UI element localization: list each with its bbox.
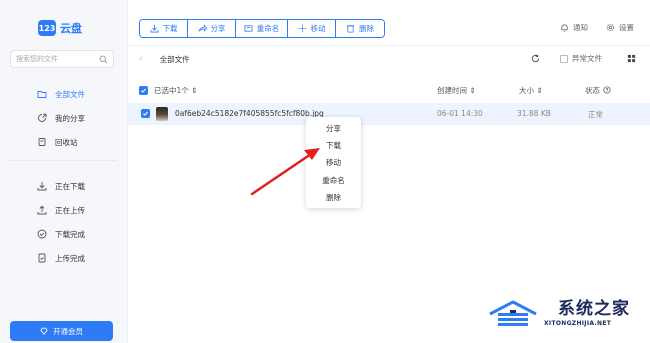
table-row[interactable]: 0af6eb24c5182e7f405855fc5fcf80b.jpg 06-0… bbox=[128, 103, 650, 125]
notify-label: 通知 bbox=[573, 23, 588, 32]
sidebar-item-label: 正在下载 bbox=[55, 181, 85, 191]
move-icon bbox=[298, 24, 306, 33]
abnormal-files-toggle[interactable]: 异常文件 bbox=[560, 53, 602, 64]
rename-icon bbox=[244, 25, 253, 32]
sidebar-item-label: 全部文件 bbox=[55, 89, 85, 99]
sidebar-item-label: 下载完成 bbox=[55, 229, 85, 239]
sidebar-item-label: 正在上传 bbox=[55, 205, 85, 215]
column-status-header[interactable]: 状态 bbox=[585, 85, 611, 96]
bell-icon bbox=[561, 24, 568, 32]
search-icon[interactable] bbox=[99, 55, 108, 64]
share-icon bbox=[198, 24, 207, 32]
trash-icon bbox=[38, 138, 46, 146]
file-toolbar: 下载 分享 重命名 移动 删除 bbox=[139, 19, 385, 38]
sidebar-item-all-files[interactable]: 全部文件 bbox=[0, 82, 127, 106]
download-label: 下载 bbox=[162, 24, 178, 33]
sidebar-item-label: 回收站 bbox=[55, 137, 78, 147]
move-label: 移动 bbox=[310, 24, 326, 33]
breadcrumb: ‹ 全部文件 异常文件 bbox=[139, 52, 650, 66]
share-icon bbox=[38, 113, 47, 122]
back-arrow-icon[interactable]: ‹ bbox=[139, 54, 143, 64]
trash-icon bbox=[346, 25, 355, 33]
help-icon[interactable] bbox=[603, 86, 611, 94]
selected-count[interactable]: 已选中1个 ⇕ bbox=[154, 85, 197, 96]
abnormal-label: 异常文件 bbox=[572, 54, 602, 63]
nav-divider bbox=[10, 160, 117, 174]
context-menu-download[interactable]: 下载 bbox=[306, 137, 361, 154]
file-name[interactable]: 0af6eb24c5182e7f405855fc5fcf80b.jpg bbox=[175, 109, 324, 118]
header-divider bbox=[128, 45, 650, 46]
breadcrumb-path[interactable]: 全部文件 bbox=[160, 54, 190, 65]
context-menu-delete[interactable]: 删除 bbox=[306, 189, 361, 206]
file-date: 06-01 14:30 bbox=[437, 109, 483, 118]
folder-icon bbox=[37, 91, 47, 98]
download-button[interactable]: 下载 bbox=[140, 20, 188, 37]
sidebar-item-my-share[interactable]: 我的分享 bbox=[0, 106, 127, 130]
context-menu-move[interactable]: 移动 bbox=[306, 154, 361, 171]
watermark-cn: 系统之家 bbox=[558, 299, 630, 319]
sidebar-item-recycle-bin[interactable]: 回收站 bbox=[0, 130, 127, 154]
rename-label: 重命名 bbox=[256, 24, 280, 33]
site-watermark: 系统之家 XITONGZHIJIA.NET bbox=[486, 292, 636, 332]
file-thumbnail bbox=[156, 107, 168, 121]
column-date-header[interactable]: 创建时间 ⇕ bbox=[437, 85, 476, 96]
row-checkbox[interactable] bbox=[141, 109, 150, 118]
delete-button[interactable]: 删除 bbox=[336, 20, 384, 37]
search-box[interactable] bbox=[10, 50, 114, 68]
check-icon bbox=[143, 111, 148, 116]
sidebar-item-download-complete[interactable]: 下载完成 bbox=[0, 222, 127, 246]
context-menu-share[interactable]: 分享 bbox=[306, 120, 361, 137]
sidebar: 123 云盘 全部文件 我的分享 回收站 bbox=[0, 0, 128, 343]
notify-button[interactable]: 通知 bbox=[560, 22, 588, 33]
table-header: 已选中1个 ⇕ 创建时间 ⇕ 大小 ⇕ 状态 bbox=[139, 82, 650, 98]
share-label: 分享 bbox=[210, 24, 226, 33]
top-right-actions: 通知 设置 bbox=[560, 22, 634, 33]
context-menu: 分享 下载 移动 重命名 删除 bbox=[306, 117, 361, 208]
sidebar-item-upload-complete[interactable]: 上传完成 bbox=[0, 246, 127, 270]
share-button[interactable]: 分享 bbox=[188, 20, 236, 37]
rename-button[interactable]: 重命名 bbox=[236, 20, 288, 37]
file-size: 31.88 KB bbox=[517, 109, 551, 118]
move-button[interactable]: 移动 bbox=[288, 20, 336, 37]
download-icon bbox=[149, 24, 159, 33]
app-logo: 123 云盘 bbox=[38, 20, 82, 36]
file-status: 正常 bbox=[588, 110, 603, 119]
sidebar-item-label: 我的分享 bbox=[55, 113, 85, 123]
context-menu-rename[interactable]: 重命名 bbox=[306, 172, 361, 189]
file-check-icon bbox=[38, 253, 46, 263]
upload-icon bbox=[37, 205, 47, 215]
settings-label: 设置 bbox=[619, 23, 634, 32]
abnormal-checkbox[interactable] bbox=[560, 54, 568, 63]
sidebar-item-downloading[interactable]: 正在下载 bbox=[0, 174, 127, 198]
select-all-checkbox[interactable] bbox=[139, 85, 148, 95]
grid-view-icon[interactable] bbox=[627, 54, 636, 63]
logo-text: 云盘 bbox=[60, 22, 82, 35]
delete-label: 删除 bbox=[359, 24, 374, 33]
open-vip-button[interactable]: 开通会员 bbox=[10, 321, 113, 341]
column-size-header[interactable]: 大小 ⇕ bbox=[519, 85, 543, 96]
watermark-logo bbox=[489, 300, 537, 326]
sidebar-nav: 全部文件 我的分享 回收站 正在下载 正在上传 下载完成 上传完成 bbox=[0, 82, 127, 270]
diamond-icon bbox=[40, 327, 48, 335]
logo-mark: 123 bbox=[38, 20, 56, 36]
search-input[interactable] bbox=[16, 55, 96, 63]
gear-icon bbox=[606, 23, 615, 32]
download-icon bbox=[37, 182, 47, 191]
settings-button[interactable]: 设置 bbox=[606, 22, 634, 33]
sidebar-item-label: 上传完成 bbox=[55, 253, 85, 263]
watermark-en: XITONGZHIJIA.NET bbox=[544, 320, 612, 327]
check-icon bbox=[141, 88, 146, 93]
open-vip-label: 开通会员 bbox=[53, 326, 83, 336]
check-circle-icon bbox=[37, 229, 47, 239]
sidebar-item-uploading[interactable]: 正在上传 bbox=[0, 198, 127, 222]
app-window: 123 云盘 全部文件 我的分享 回收站 bbox=[0, 0, 650, 343]
refresh-icon[interactable] bbox=[531, 54, 540, 63]
